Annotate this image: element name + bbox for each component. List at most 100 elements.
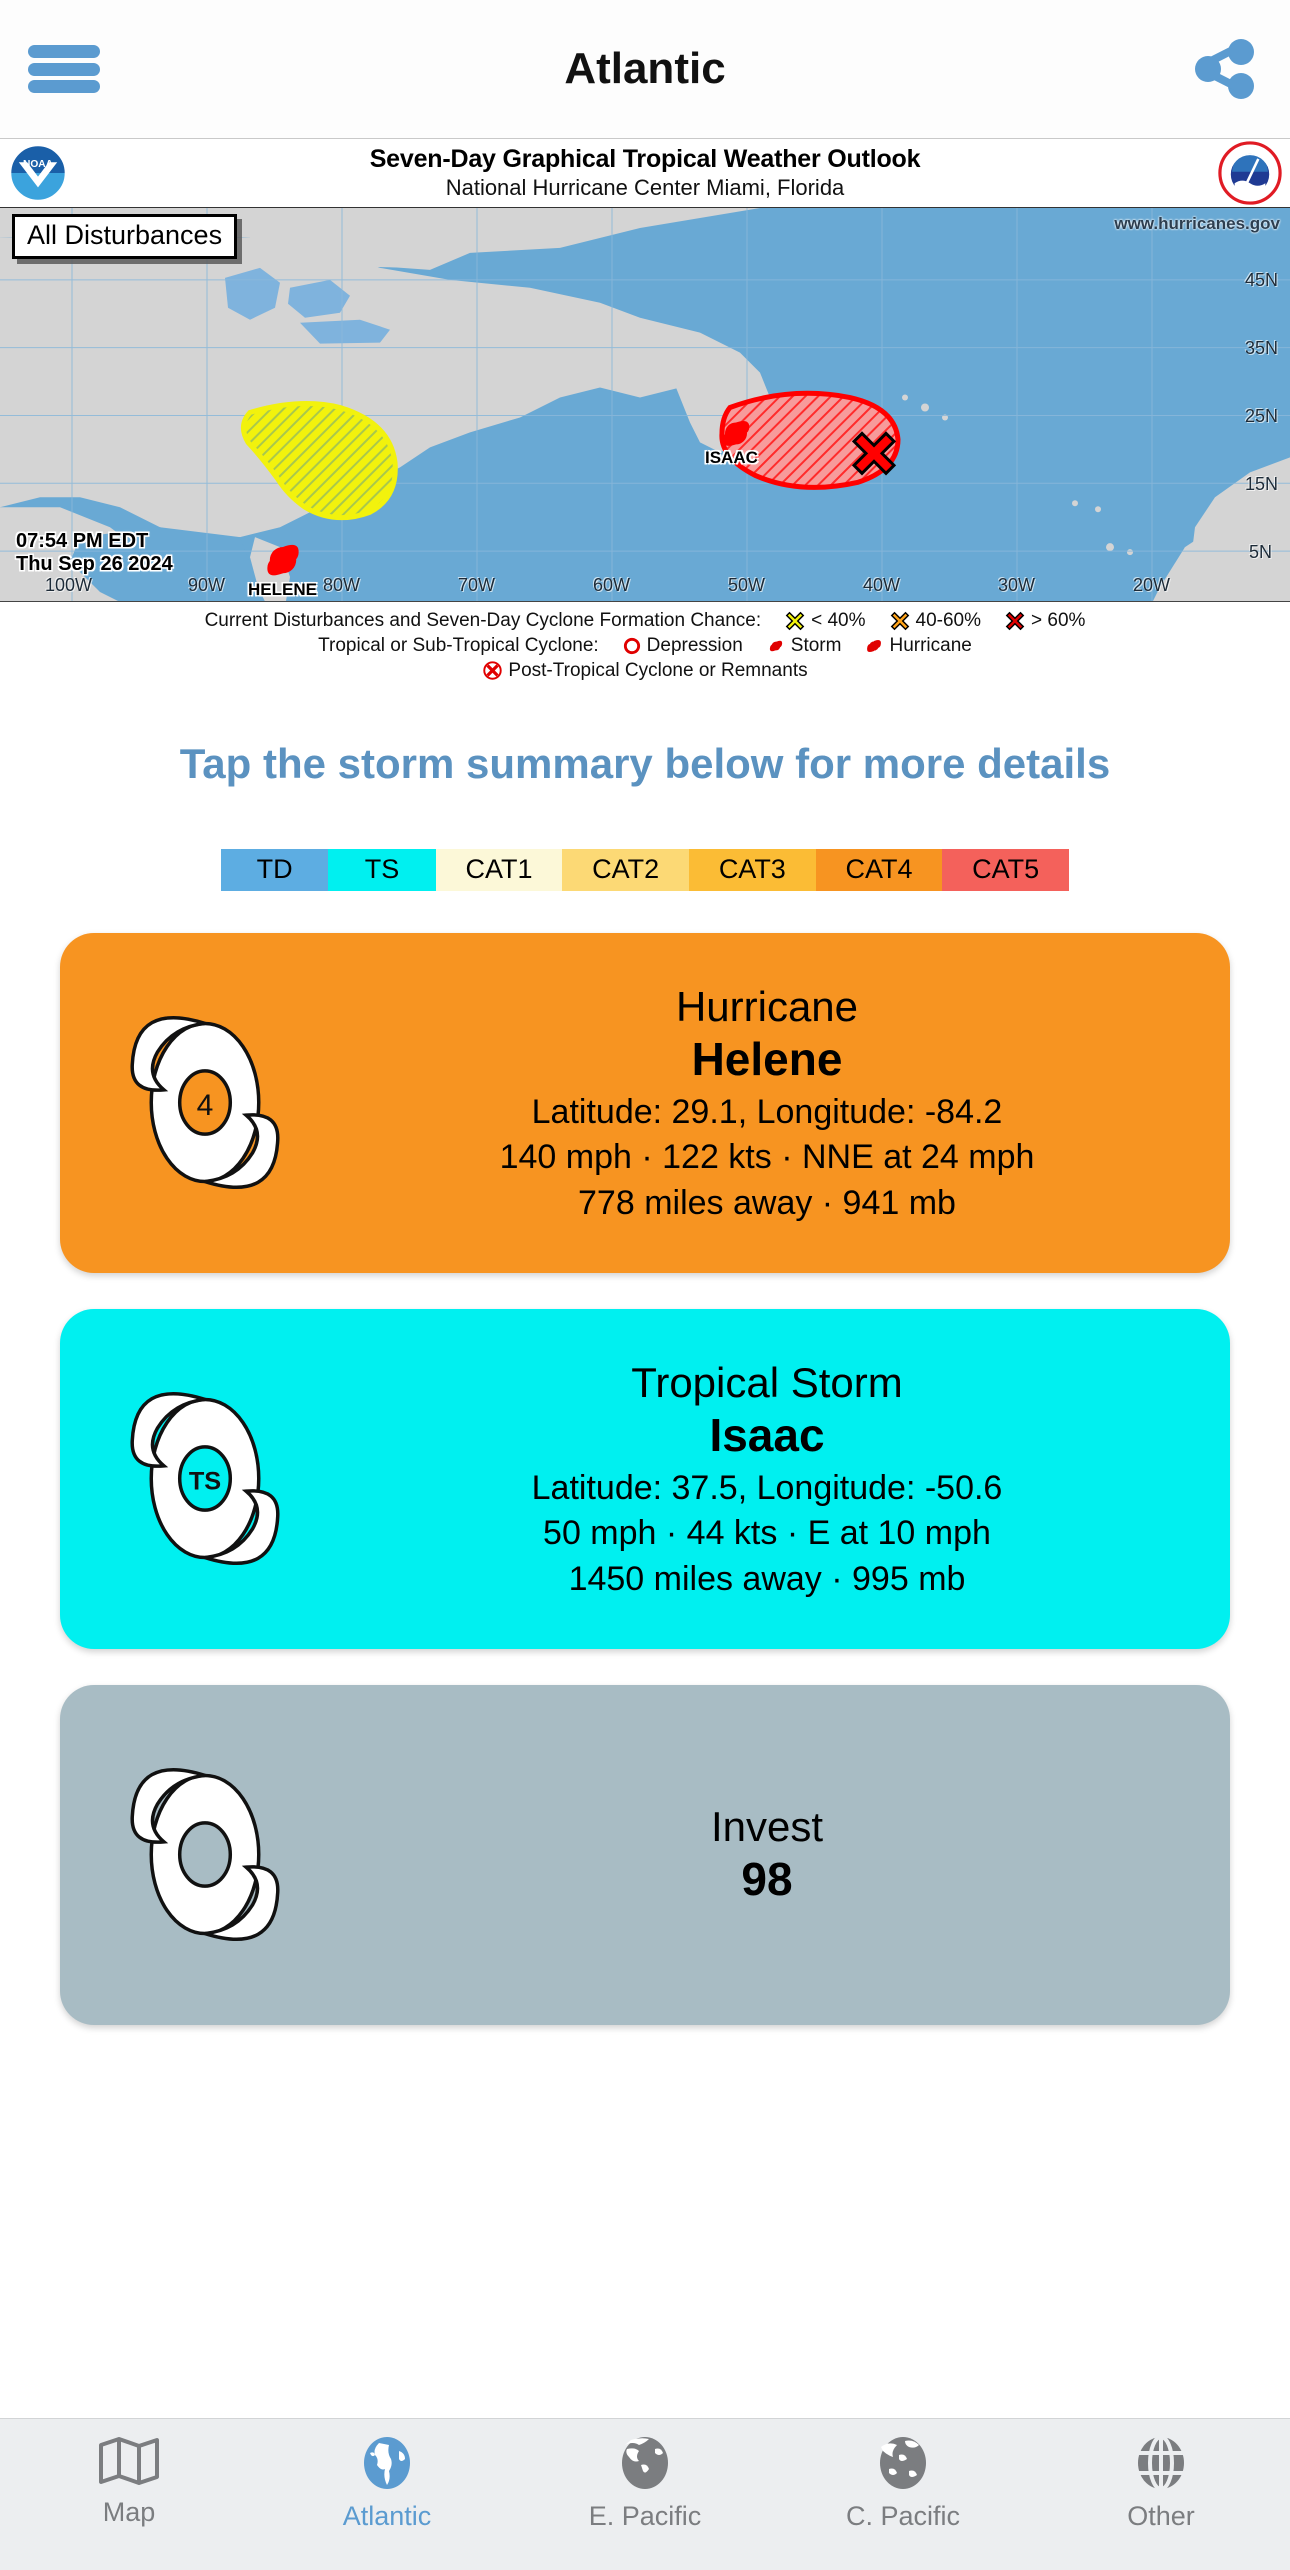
hurricane-icon: [867, 639, 882, 652]
national-weather-service-logo: [1218, 141, 1282, 205]
map-label-helene: HELENE: [248, 580, 317, 599]
tap-hint-text: Tap the storm summary below for more det…: [179, 740, 1111, 788]
post-tropical-icon: [483, 661, 503, 680]
map-date: Thu Sep 26 2024: [16, 552, 173, 575]
map-label-isaac: ISAAC: [705, 448, 758, 467]
hamburger-line: [28, 45, 100, 58]
tropical-storm-symbol-icon: TS: [60, 1371, 350, 1586]
tab-atlantic[interactable]: Atlantic: [258, 2435, 516, 2532]
x-icon-yellow: [785, 611, 805, 631]
legend-chance-40-60: 40-60%: [915, 610, 982, 631]
lat-label-35n: 35N: [1244, 338, 1278, 358]
depression-icon: [623, 637, 640, 654]
storm-summary-list: 4 Hurricane Helene Latitude: 29.1, Longi…: [0, 932, 1290, 2025]
storm-wind: 140 mph · 122 kts · NNE at 24 mph: [499, 1138, 1035, 1177]
cat-scale-td: TD: [221, 848, 329, 891]
share-icon: [1195, 39, 1254, 99]
legend-chance-lt40: < 40%: [811, 610, 866, 631]
category-badge-text: 4: [197, 1089, 214, 1122]
tab-map[interactable]: Map: [0, 2435, 258, 2528]
lat-label-25n: 25N: [1244, 406, 1278, 426]
lon-label-100w: 100W: [45, 575, 93, 595]
storm-card-isaac[interactable]: TS Tropical Storm Isaac Latitude: 37.5, …: [60, 1308, 1230, 1649]
lon-label-50w: 50W: [728, 575, 766, 595]
storm-card-helene[interactable]: 4 Hurricane Helene Latitude: 29.1, Longi…: [60, 932, 1230, 1273]
map-legend: Current Disturbances and Seven-Day Cyclo…: [0, 602, 1290, 694]
map-time: 07:54 PM EDT: [16, 530, 149, 553]
storm-type: Tropical Storm: [631, 1358, 903, 1406]
tab-label-atlantic: Atlantic: [342, 2501, 432, 2531]
hamburger-menu-icon[interactable]: [28, 39, 100, 99]
storm-type: Hurricane: [675, 982, 859, 1030]
lat-label-5n: 5N: [1248, 542, 1272, 562]
nhc-title-block: Seven-Day Graphical Tropical Weather Out…: [370, 144, 921, 201]
map-source-url: www.hurricanes.gov: [1114, 214, 1280, 233]
svg-text:NOAA: NOAA: [23, 159, 54, 170]
legend-storm: Storm: [790, 634, 842, 656]
lon-label-40w: 40W: [863, 575, 901, 595]
share-button[interactable]: [1190, 35, 1262, 103]
hamburger-line: [28, 80, 100, 93]
storm-wind: 50 mph · 44 kts · E at 10 mph: [543, 1514, 991, 1553]
category-badge-text: TS: [189, 1468, 221, 1496]
map-icon: [99, 2437, 159, 2485]
legend-cyclone-label: Tropical or Sub-Tropical Cyclone:: [318, 634, 599, 656]
legend-hurricane: Hurricane: [889, 634, 972, 656]
globe-atlantic-icon: [364, 2437, 410, 2489]
x-icon-orange: [890, 611, 909, 631]
tab-e-pacific[interactable]: E. Pacific: [516, 2435, 774, 2532]
tropical-outlook-map[interactable]: All Disturbances www.hurricanes.gov HELE…: [0, 208, 1290, 602]
globe-cpacific-icon: [880, 2437, 926, 2489]
storm-card-body: Tropical Storm Isaac Latitude: 37.5, Lon…: [350, 1359, 1230, 1599]
outlook-subtitle: National Hurricane Center Miami, Florida: [445, 174, 845, 200]
outlook-title: Seven-Day Graphical Tropical Weather Out…: [369, 145, 921, 174]
storm-card-body: Hurricane Helene Latitude: 29.1, Longitu…: [350, 983, 1230, 1223]
tab-label-e-pacific: E. Pacific: [588, 2501, 702, 2531]
lon-label-20w: 20W: [1133, 575, 1171, 595]
cat-scale-cat4: CAT4: [815, 848, 943, 891]
legend-row-formation-chance: Current Disturbances and Seven-Day Cyclo…: [0, 609, 1290, 633]
lon-label-80w: 80W: [323, 575, 361, 595]
map-graphic: [0, 208, 1290, 601]
lon-label-70w: 70W: [458, 575, 496, 595]
top-navigation-bar: Atlantic: [0, 0, 1290, 139]
tab-c-pacific[interactable]: C. Pacific: [774, 2435, 1032, 2532]
cat-scale-cat2: CAT2: [562, 848, 689, 891]
lat-label-45n: 45N: [1244, 270, 1278, 290]
storm-name: Helene: [691, 1033, 843, 1086]
cat-scale-ts: TS: [328, 848, 436, 891]
storm-icon: [769, 640, 782, 651]
hamburger-line: [28, 62, 100, 76]
storm-card-invest-98[interactable]: Invest 98: [60, 1684, 1230, 2025]
cat-scale-cat3: CAT3: [689, 848, 816, 891]
lon-label-60w: 60W: [593, 575, 631, 595]
map-timestamp: 07:54 PM EDT Thu Sep 26 2024: [16, 530, 173, 575]
tab-label-other: Other: [1127, 2501, 1195, 2531]
invest-symbol-icon: [60, 1747, 350, 1962]
storm-name: Isaac: [709, 1409, 825, 1462]
legend-depression: Depression: [646, 634, 743, 656]
x-icon-red: [1005, 611, 1025, 631]
tab-other[interactable]: Other: [1032, 2435, 1290, 2532]
map-filter-badge[interactable]: All Disturbances: [12, 214, 238, 259]
storm-type: Invest: [710, 1802, 824, 1850]
globe-wire-icon: [1138, 2435, 1184, 2491]
storm-distance: 778 miles away · 941 mb: [578, 1183, 956, 1222]
tab-label-c-pacific: C. Pacific: [845, 2501, 961, 2531]
nhc-outlook-header: NOAA Seven-Day Graphical Tropical Weathe…: [0, 139, 1290, 208]
storm-position: Latitude: 29.1, Longitude: -84.2: [531, 1092, 1003, 1131]
storm-card-body: Invest 98: [350, 1803, 1230, 1907]
storm-distance: 1450 miles away · 995 mb: [568, 1559, 966, 1598]
legend-formation-label: Current Disturbances and Seven-Day Cyclo…: [204, 610, 762, 631]
legend-chance-gt60: > 60%: [1031, 610, 1086, 631]
hurricane-symbol-icon: 4: [60, 995, 350, 1210]
tab-label-map: Map: [102, 2497, 156, 2527]
storm-position: Latitude: 37.5, Longitude: -50.6: [531, 1468, 1003, 1507]
cat-scale-cat1: CAT1: [435, 848, 563, 891]
category-scale-bar: TD TS CAT1 CAT2 CAT3 CAT4 CAT5: [221, 848, 1069, 891]
cat-scale-cat5: CAT5: [942, 848, 1069, 891]
noaa-logo: NOAA: [9, 144, 67, 202]
legend-row-cyclone-types: Tropical or Sub-Tropical Cyclone: Depres…: [0, 634, 1290, 658]
lon-label-30w: 30W: [998, 575, 1036, 595]
legend-row-post-tropical: Post-Tropical Cyclone or Remnants: [0, 659, 1290, 683]
